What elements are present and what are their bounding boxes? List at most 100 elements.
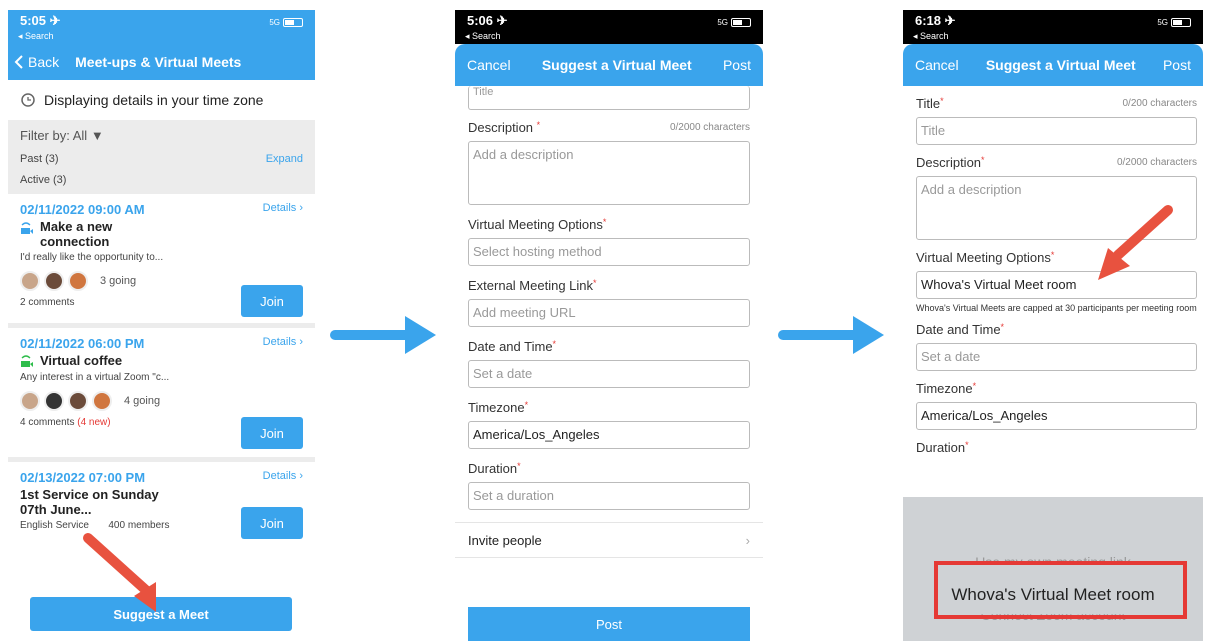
- eml-group: External Meeting Link* Add meeting URL: [468, 278, 750, 327]
- duration-label-text: Duration: [916, 440, 966, 455]
- meet-title-line2: 07th June...: [20, 502, 92, 517]
- back-to-search[interactable]: ◂ Search: [465, 31, 501, 42]
- phone-meetups-list: 5:05 ✈ ◂ Search 5G Back Meet-ups & Virtu…: [8, 10, 315, 641]
- title-input[interactable]: Title: [468, 86, 750, 110]
- back-to-search[interactable]: ◂ Search: [18, 31, 54, 42]
- nav-bar: Back Meet-ups & Virtual Meets: [8, 44, 315, 80]
- new-comments-badge: (4 new): [77, 417, 111, 428]
- network-label: 5G: [717, 18, 728, 27]
- avatar: [68, 271, 88, 291]
- duration-label-text: Duration: [468, 461, 518, 476]
- red-highlight-box: [934, 561, 1187, 619]
- timezone-text: Displaying details in your time zone: [44, 92, 264, 108]
- timezone-label: Timezone*: [916, 381, 1197, 396]
- modal-title: Suggest a Virtual Meet: [541, 57, 692, 73]
- going-count: 4 going: [124, 395, 161, 407]
- vmo-label-text: Virtual Meeting Options: [468, 217, 603, 232]
- comments-label: 4 comments: [20, 417, 75, 428]
- avatar: [20, 271, 40, 291]
- back-label: Back: [28, 54, 60, 70]
- required-mark: *: [517, 461, 521, 471]
- date-input[interactable]: Set a date: [468, 360, 750, 388]
- vmo-note: Whova's Virtual Meets are capped at 30 p…: [916, 303, 1197, 313]
- form-body: Title Description * 0/2000 characters Add…: [455, 86, 763, 558]
- timezone-group: Timezone* America/Los_Angeles: [468, 400, 750, 449]
- signal-indicator: 5G: [1157, 18, 1191, 27]
- timezone-input[interactable]: America/Los_Angeles: [916, 402, 1197, 430]
- details-link[interactable]: Details ›: [263, 336, 303, 348]
- duration-label: Duration*: [916, 440, 1197, 455]
- required-mark: *: [593, 278, 597, 288]
- join-button[interactable]: Join: [241, 417, 303, 449]
- status-time: 5:05 ✈: [20, 13, 61, 28]
- post-nav-button[interactable]: Post: [723, 57, 751, 73]
- details-link[interactable]: Details ›: [263, 470, 303, 482]
- char-counter: 0/2000 characters: [1116, 157, 1197, 168]
- timezone-label-text: Timezone: [916, 381, 973, 396]
- meet-title: Virtual coffee: [20, 353, 303, 369]
- attendee-avatars: 4 going: [20, 391, 303, 411]
- avatar: [20, 391, 40, 411]
- join-button[interactable]: Join: [241, 285, 303, 317]
- hosting-method-picker[interactable]: Use my own meeting link Whova's Virtual …: [903, 497, 1203, 641]
- post-nav-button[interactable]: Post: [1163, 57, 1191, 73]
- date-label-text: Date and Time: [468, 339, 553, 354]
- phone-suggest-form-picker: 6:18 ✈ ◂ Search 5G Cancel Suggest a Virt…: [903, 10, 1203, 641]
- timezone-input[interactable]: America/Los_Angeles: [468, 421, 750, 449]
- meet-card[interactable]: 02/11/2022 06:00 PM Details › Virtual co…: [8, 328, 315, 462]
- required-mark: *: [552, 339, 557, 349]
- required-mark: *: [602, 217, 607, 227]
- avatar: [44, 271, 64, 291]
- modal-title: Suggest a Virtual Meet: [985, 57, 1136, 73]
- post-button[interactable]: Post: [468, 607, 750, 641]
- meet-date: 02/11/2022 06:00 PM: [20, 336, 145, 351]
- avatar: [44, 391, 64, 411]
- date-label: Date and Time*: [916, 322, 1197, 337]
- description-label: Description * 0/2000 characters: [468, 120, 750, 135]
- description-input[interactable]: Add a description: [468, 141, 750, 205]
- invite-label: Invite people: [468, 532, 542, 548]
- filter-dropdown[interactable]: Filter by: All ▼: [20, 128, 303, 143]
- date-input[interactable]: Set a date: [916, 343, 1197, 371]
- date-label-text: Date and Time: [916, 322, 1001, 337]
- eml-label-text: External Meeting Link: [468, 278, 594, 293]
- char-counter: 0/200 characters: [1122, 98, 1198, 109]
- phone-suggest-form-empty: 5:06 ✈ ◂ Search 5G Cancel Suggest a Virt…: [455, 10, 763, 641]
- battery-icon: [283, 18, 303, 27]
- vmo-label: Virtual Meeting Options*: [468, 217, 750, 232]
- meet-card[interactable]: 02/11/2022 09:00 AM Details › Make a new…: [8, 194, 315, 328]
- required-mark: *: [972, 381, 977, 391]
- cancel-button[interactable]: Cancel: [467, 57, 511, 73]
- duration-label: Duration*: [468, 461, 750, 476]
- duration-group: Duration* Set a duration: [468, 461, 750, 510]
- status-time: 6:18 ✈: [915, 13, 956, 28]
- filter-label: Filter by: All: [20, 128, 88, 143]
- active-label: Active (3): [20, 174, 67, 186]
- going-count: 3 going: [100, 275, 137, 287]
- date-label: Date and Time*: [468, 339, 750, 354]
- required-mark: *: [1000, 322, 1005, 332]
- title-input[interactable]: Title: [916, 117, 1197, 145]
- duration-input[interactable]: Set a duration: [468, 482, 750, 510]
- blue-flow-arrow: [330, 316, 436, 354]
- back-button[interactable]: Back: [14, 54, 59, 70]
- vmo-select[interactable]: Select hosting method: [468, 238, 750, 266]
- join-button[interactable]: Join: [241, 507, 303, 539]
- meet-description: Any interest in a virtual Zoom "c...: [20, 372, 170, 383]
- signal-indicator: 5G: [717, 18, 751, 27]
- expand-link[interactable]: Expand: [266, 153, 303, 165]
- meet-date: 02/11/2022 09:00 AM: [20, 202, 145, 217]
- globe-clock-icon: [21, 93, 35, 107]
- timezone-label: Timezone*: [468, 400, 750, 415]
- back-to-search[interactable]: ◂ Search: [913, 31, 949, 42]
- invite-people-row[interactable]: Invite people ›: [455, 522, 763, 558]
- meeting-url-input[interactable]: Add meeting URL: [468, 299, 750, 327]
- details-link[interactable]: Details ›: [263, 202, 303, 214]
- past-row: Past (3) Expand: [20, 153, 303, 165]
- video-meet-icon: [21, 222, 33, 234]
- meet-title-line1: Virtual coffee: [40, 353, 123, 368]
- battery-icon: [731, 18, 751, 27]
- meet-title: Make a new connection: [20, 219, 303, 249]
- cancel-button[interactable]: Cancel: [915, 57, 959, 73]
- date-group: Date and Time* Set a date: [468, 339, 750, 388]
